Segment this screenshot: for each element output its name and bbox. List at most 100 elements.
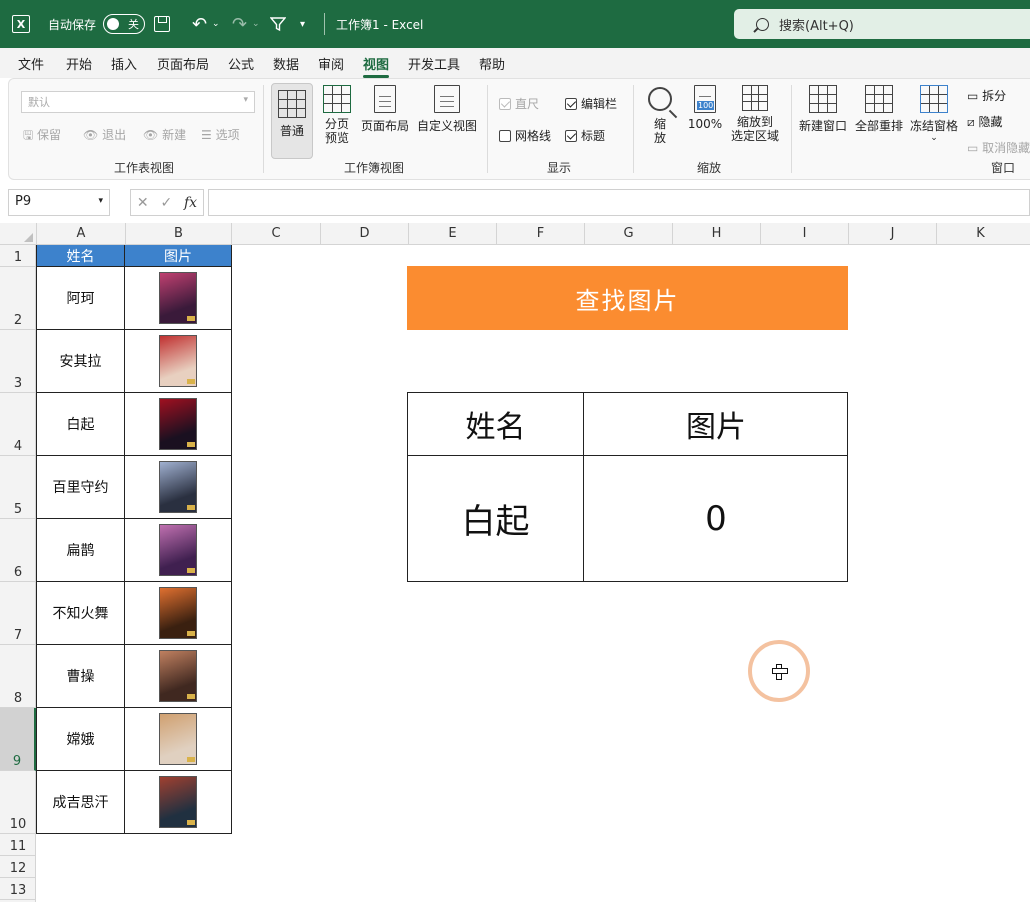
column-header[interactable]: E bbox=[408, 223, 496, 245]
gridlines-checkbox[interactable]: 网格线 bbox=[499, 127, 551, 144]
undo-dropdown-icon[interactable]: ⌄ bbox=[212, 0, 220, 48]
image-cell[interactable] bbox=[125, 771, 232, 834]
name-cell[interactable]: 安其拉 bbox=[36, 330, 125, 393]
normal-view-button[interactable]: 普通 bbox=[271, 83, 313, 159]
image-cell[interactable] bbox=[125, 708, 232, 771]
image-cell[interactable] bbox=[125, 519, 232, 582]
tab-3[interactable]: 页面布局 bbox=[157, 54, 209, 73]
undo-icon[interactable]: ↶ bbox=[192, 0, 207, 48]
custom-views-button[interactable]: 自定义视图 bbox=[415, 85, 479, 134]
name-cell[interactable]: 嫦娥 bbox=[36, 708, 125, 771]
column-header[interactable]: B bbox=[125, 223, 231, 245]
image-cell[interactable] bbox=[125, 393, 232, 456]
row-header[interactable]: 1 bbox=[0, 245, 36, 267]
image-cell[interactable] bbox=[125, 645, 232, 708]
search-box[interactable]: 搜索(Alt+Q) bbox=[734, 9, 1030, 39]
tab-6[interactable]: 审阅 bbox=[318, 54, 344, 73]
zoom-100-button[interactable]: 100 100% bbox=[687, 85, 723, 131]
name-cell[interactable]: 成吉思汗 bbox=[36, 771, 125, 834]
image-cell[interactable] bbox=[125, 267, 232, 330]
tab-8[interactable]: 开发工具 bbox=[408, 54, 460, 73]
column-header[interactable]: H bbox=[672, 223, 760, 245]
redo-icon[interactable]: ↷ bbox=[232, 0, 247, 48]
row-header[interactable]: 7 bbox=[0, 582, 36, 645]
insert-function-button[interactable]: fx bbox=[184, 195, 197, 211]
row-header[interactable]: 11 bbox=[0, 834, 36, 856]
sheet-view-keep-button[interactable]: 🖫 保留 bbox=[23, 126, 61, 147]
arrange-all-button[interactable]: 全部重排 bbox=[853, 85, 905, 134]
sheet-view-new-button[interactable]: 👁 新建 bbox=[143, 126, 186, 143]
column-header[interactable]: I bbox=[760, 223, 848, 245]
hero-image[interactable] bbox=[159, 461, 197, 513]
row-header[interactable]: 5 bbox=[0, 456, 36, 519]
column-header[interactable]: F bbox=[496, 223, 584, 245]
name-box[interactable]: P9 ▾ bbox=[8, 189, 110, 216]
tab-0[interactable]: 文件 bbox=[18, 54, 44, 73]
page-layout-view-button[interactable]: 页面布局 bbox=[359, 85, 411, 134]
hero-image[interactable] bbox=[159, 776, 197, 828]
headings-checkbox[interactable]: 标题 bbox=[565, 127, 605, 144]
image-cell[interactable] bbox=[125, 456, 232, 519]
row-header[interactable]: 2 bbox=[0, 267, 36, 330]
tab-9[interactable]: 帮助 bbox=[479, 54, 505, 73]
tab-1[interactable]: 开始 bbox=[66, 54, 92, 73]
formula-input[interactable] bbox=[208, 189, 1030, 216]
name-cell[interactable]: 白起 bbox=[36, 393, 125, 456]
hero-image[interactable] bbox=[159, 713, 197, 765]
unhide-button[interactable]: ▭ 取消隐藏 bbox=[967, 139, 1030, 156]
customize-toolbar-icon[interactable]: ▾ bbox=[300, 0, 305, 48]
row-header[interactable]: 4 bbox=[0, 393, 36, 456]
hero-image[interactable] bbox=[159, 524, 197, 576]
row-header[interactable]: 12 bbox=[0, 856, 36, 878]
hide-button[interactable]: ⧄ 隐藏 bbox=[967, 113, 1002, 130]
tab-4[interactable]: 公式 bbox=[228, 54, 254, 73]
table-header-name[interactable]: 姓名 bbox=[36, 245, 125, 267]
lookup-image-value[interactable]: 0 bbox=[584, 456, 848, 581]
name-cell[interactable]: 扁鹊 bbox=[36, 519, 125, 582]
column-header[interactable]: C bbox=[231, 223, 320, 245]
row-header[interactable]: 10 bbox=[0, 771, 36, 834]
new-window-button[interactable]: 新建窗口 bbox=[797, 85, 849, 134]
redo-dropdown-icon[interactable]: ⌄ bbox=[252, 0, 260, 48]
row-header[interactable]: 8 bbox=[0, 645, 36, 708]
name-cell[interactable]: 阿珂 bbox=[36, 267, 125, 330]
sheet-view-exit-button[interactable]: 👁 退出 bbox=[83, 126, 126, 143]
split-button[interactable]: ▭ 拆分 bbox=[967, 87, 1006, 104]
name-cell[interactable]: 百里守约 bbox=[36, 456, 125, 519]
tab-5[interactable]: 数据 bbox=[273, 54, 299, 73]
row-header[interactable]: 9 bbox=[0, 708, 36, 771]
tab-2[interactable]: 插入 bbox=[111, 54, 137, 73]
name-cell[interactable]: 不知火舞 bbox=[36, 582, 125, 645]
hero-image[interactable] bbox=[159, 272, 197, 324]
filter-icon[interactable] bbox=[270, 0, 286, 48]
row-header[interactable]: 3 bbox=[0, 330, 36, 393]
zoom-button[interactable]: 缩 放 bbox=[645, 87, 675, 145]
page-break-preview-button[interactable]: 分页 预览 bbox=[319, 85, 355, 145]
tab-7[interactable]: 视图 bbox=[363, 54, 390, 78]
freeze-panes-button[interactable]: 冻结窗格 ⌄ bbox=[909, 85, 959, 143]
column-header[interactable]: K bbox=[936, 223, 1024, 245]
ruler-checkbox[interactable]: 直尺 bbox=[499, 95, 539, 112]
sheet-view-dropdown[interactable]: 默认 ▾ bbox=[21, 91, 255, 113]
row-header[interactable]: 13 bbox=[0, 878, 36, 900]
hero-image[interactable] bbox=[159, 587, 197, 639]
lookup-name-value[interactable]: 白起 bbox=[408, 456, 584, 581]
hero-image[interactable] bbox=[159, 398, 197, 450]
row-header[interactable]: 6 bbox=[0, 519, 36, 582]
hero-image[interactable] bbox=[159, 335, 197, 387]
save-icon[interactable] bbox=[154, 0, 170, 48]
column-header[interactable]: D bbox=[320, 223, 408, 245]
name-cell[interactable]: 曹操 bbox=[36, 645, 125, 708]
table-header-image[interactable]: 图片 bbox=[125, 245, 232, 267]
hero-image[interactable] bbox=[159, 650, 197, 702]
sheet-view-options-button[interactable]: ☰ 选项 bbox=[201, 126, 240, 143]
select-all-corner[interactable] bbox=[0, 223, 36, 245]
column-header[interactable]: J bbox=[848, 223, 936, 245]
search-image-button[interactable]: 查找图片 bbox=[407, 266, 848, 330]
formula-bar-checkbox[interactable]: 编辑栏 bbox=[565, 95, 617, 112]
cancel-icon[interactable]: ✕ bbox=[137, 195, 149, 211]
autosave-toggle[interactable]: 关 bbox=[103, 0, 145, 48]
image-cell[interactable] bbox=[125, 582, 232, 645]
column-header[interactable]: G bbox=[584, 223, 672, 245]
zoom-to-selection-button[interactable]: 缩放到 选定区域 bbox=[729, 85, 781, 143]
